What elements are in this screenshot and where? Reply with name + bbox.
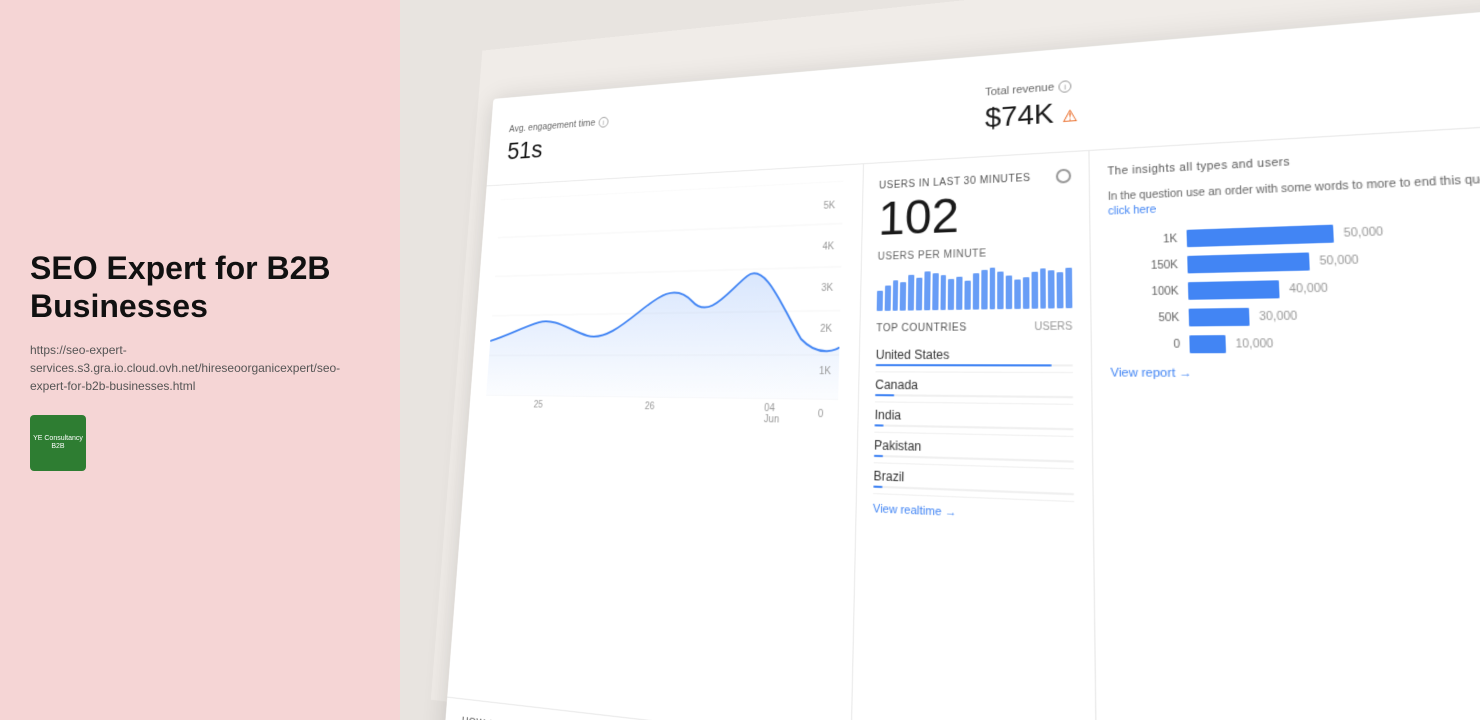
mini-bar <box>884 285 890 310</box>
country-row: United States <box>875 342 1073 374</box>
x-label-3: 04Jun <box>764 403 780 426</box>
h-bar-row: 0 10,000 <box>1110 332 1480 353</box>
company-logo: YE Consultancy B2B <box>30 415 86 471</box>
h-bar <box>1188 280 1280 300</box>
mini-bar <box>1057 272 1064 308</box>
mini-bar <box>1014 279 1020 309</box>
chart-x-labels: 25 26 04Jun <box>484 396 838 431</box>
country-name: India <box>875 408 1074 426</box>
engagement-metric: Avg. engagement time i 51s <box>506 77 961 176</box>
right-panel: Avg. engagement time i 51s Total revenue… <box>400 0 1480 720</box>
country-bar <box>873 486 883 488</box>
mini-bar <box>924 271 930 310</box>
h-bar <box>1189 335 1226 353</box>
h-bar-label: 0 <box>1110 338 1180 350</box>
y-label-2k: 2K <box>820 324 832 335</box>
view-realtime-link[interactable]: View realtime → <box>873 503 1075 525</box>
mini-bar <box>1048 270 1055 308</box>
h-bar-label: 150K <box>1109 259 1178 273</box>
country-name: Canada <box>875 378 1073 394</box>
h-bar-label: 1K <box>1108 233 1177 247</box>
left-panel: SEO Expert for B2B Businesses https://se… <box>0 0 400 720</box>
info-icon: i <box>598 117 608 128</box>
countries-list: United States Canada India Pakistan Braz… <box>873 342 1074 503</box>
h-bar-row: 100K 40,000 <box>1109 273 1480 302</box>
mini-bar <box>981 270 987 310</box>
mini-bar <box>998 272 1004 310</box>
y-label-5k: 5K <box>823 200 835 211</box>
country-bar <box>874 455 883 457</box>
chart-area: 5K 4K 3K 2K 1K 0 <box>447 164 863 720</box>
h-bar-value: 50,000 <box>1319 254 1359 268</box>
mini-bar <box>1031 272 1037 309</box>
info-icon-2: i <box>1058 80 1071 93</box>
dashboard-inner: Avg. engagement time i 51s Total revenue… <box>442 0 1480 720</box>
dashboard-container: Avg. engagement time i 51s Total revenue… <box>431 0 1480 720</box>
revenue-metric: Total revenue i $74K ⚠ <box>985 24 1480 146</box>
h-bar <box>1189 308 1250 327</box>
mini-bar <box>948 279 954 310</box>
users-per-minute-label: USERS PER MINUTE <box>878 245 1072 262</box>
country-row: India <box>874 402 1073 437</box>
horizontal-bar-chart: 1K 50,000 150K 50,000 100K 40,000 50K 30… <box>1108 214 1480 353</box>
mini-bars-chart <box>877 266 1073 311</box>
h-bar-row: 50K 30,000 <box>1110 302 1480 327</box>
users-panel: USERS IN LAST 30 MINUTES 102 USERS PER M… <box>851 151 1097 720</box>
h-bar-label: 100K <box>1109 285 1179 298</box>
mini-bar <box>965 281 971 310</box>
country-row: Canada <box>875 372 1073 405</box>
h-bar-row: 150K 50,000 <box>1109 243 1480 275</box>
click-here-link[interactable]: click here <box>1108 204 1156 218</box>
h-bar <box>1187 252 1310 273</box>
h-bar-label: 50K <box>1110 312 1180 325</box>
mini-bar <box>932 273 938 310</box>
mini-bar <box>940 275 946 310</box>
mini-bar <box>956 277 962 310</box>
mini-bar <box>1006 275 1012 309</box>
top-countries-header: TOP COUNTRIES USERS <box>876 321 1072 334</box>
x-label-1: 25 <box>533 400 543 421</box>
users-col-label: USERS <box>1034 321 1072 333</box>
right-analytics-panel: The insights all types and users In the … <box>1089 118 1480 720</box>
mini-bar <box>973 273 979 309</box>
h-bar <box>1187 225 1334 248</box>
alert-icon: ⚠ <box>1062 108 1078 126</box>
h-bar-value: 10,000 <box>1235 338 1273 351</box>
y-label-3k: 3K <box>821 282 833 293</box>
mini-bar <box>989 268 995 310</box>
mini-bar <box>892 280 898 311</box>
mini-bar <box>1023 277 1029 309</box>
x-label-2: 26 <box>644 401 655 423</box>
country-bar-container <box>876 364 1073 366</box>
y-label-0: 0 <box>818 409 830 421</box>
country-name: United States <box>876 347 1073 362</box>
view-report-link[interactable]: View report → <box>1110 367 1480 383</box>
mini-bar <box>1065 268 1072 309</box>
company-name-line1: YE Consultancy <box>33 435 83 443</box>
country-bar <box>875 394 894 396</box>
country-bar-container <box>875 394 1073 398</box>
mini-bar <box>900 282 906 311</box>
h-bar-value: 40,000 <box>1289 282 1328 295</box>
y-label-1k: 1K <box>819 366 831 377</box>
country-row: Brazil <box>873 463 1074 502</box>
mini-bar <box>908 275 914 311</box>
y-label-4k: 4K <box>822 241 834 252</box>
line-chart <box>486 181 843 400</box>
country-bar <box>874 424 883 426</box>
refresh-icon[interactable] <box>1056 168 1071 183</box>
h-bar-value: 30,000 <box>1259 310 1298 323</box>
mini-bar <box>877 291 883 311</box>
h-bar-row: 1K 50,000 <box>1108 214 1480 250</box>
h-bar-value: 50,000 <box>1343 226 1383 240</box>
users-realtime-label: USERS IN LAST 30 MINUTES <box>879 172 1031 191</box>
page-url: https://seo-expert-services.s3.gra.io.cl… <box>30 341 370 395</box>
country-bar <box>876 364 1053 366</box>
users-count: 102 <box>878 187 1072 244</box>
mini-bar <box>916 278 922 311</box>
mini-bar <box>1040 268 1047 308</box>
company-name-line2: B2B <box>51 443 64 451</box>
page-title: SEO Expert for B2B Businesses <box>30 249 370 326</box>
top-countries-label: TOP COUNTRIES <box>876 322 967 334</box>
